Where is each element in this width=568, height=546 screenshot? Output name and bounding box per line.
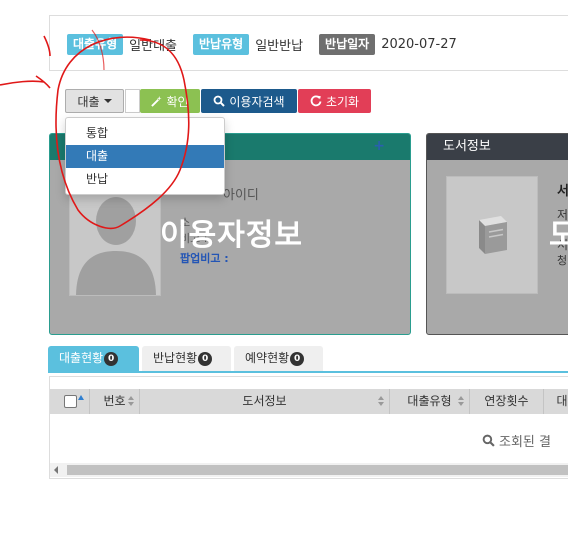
tab-reservation-status[interactable]: 예약현황 0 xyxy=(234,346,323,371)
grid-col-loan-type-label: 대출유형 xyxy=(407,394,452,408)
select-all-checkbox[interactable] xyxy=(64,395,77,408)
book-field-title: 서 xyxy=(557,184,568,199)
return-type-value: 일반반납 xyxy=(255,38,304,54)
sort-icon xyxy=(378,396,384,407)
loan-type-label: 대출유형 xyxy=(67,33,124,55)
tab-reservation-status-label: 예약현황 xyxy=(245,351,290,365)
magic-wand-icon xyxy=(151,95,163,107)
search-info-bar: 대출유형 일반대출 반납유형 일반반납 반납일자 2020-07-27 xyxy=(49,15,568,71)
user-silhouette-icon xyxy=(76,197,156,295)
sort-icon xyxy=(128,396,134,407)
tab-reservation-count-badge: 0 xyxy=(290,352,305,366)
grid-col-number-label: 번호 xyxy=(103,394,126,408)
reset-button[interactable]: 초기화 xyxy=(298,89,371,113)
grid-empty-text: 조회된 결 xyxy=(499,435,551,450)
refresh-icon xyxy=(310,95,322,107)
mode-dropdown-button[interactable]: 대출 xyxy=(65,89,124,113)
mode-dropdown-label: 대출 xyxy=(77,94,100,109)
return-type-label: 반납유형 xyxy=(193,33,250,55)
grid-col-loan-type[interactable]: 대출유형 xyxy=(390,389,470,414)
info-row: 대출유형 일반대출 반납유형 일반반납 반납일자 2020-07-27 xyxy=(67,33,473,55)
user-id-label: 아이디 xyxy=(223,188,259,203)
sort-asc-icon[interactable] xyxy=(78,395,84,400)
tab-loan-status-label: 대출현황 xyxy=(59,351,104,365)
search-icon xyxy=(213,95,226,107)
grid-col-book-info[interactable]: 도서정보 xyxy=(140,389,390,414)
confirm-label: 확인 xyxy=(166,94,189,109)
sort-icon xyxy=(458,396,464,407)
return-date-value: 2020-07-27 xyxy=(381,36,457,52)
return-date-label: 반납일자 xyxy=(319,33,376,55)
plus-icon[interactable]: + xyxy=(373,138,385,154)
search-input[interactable] xyxy=(125,89,140,113)
user-info-overlay-title: 이용자정보 xyxy=(160,218,303,253)
book-info-panel: 도서정보 서 저 서 청 도 xyxy=(426,133,568,335)
loan-grid: 번호 도서정보 대출유형 연장횟수 대 조회된 결 xyxy=(49,376,568,479)
grid-col-book-info-label: 도서정보 xyxy=(242,394,287,408)
grid-header-select xyxy=(50,389,90,414)
search-icon xyxy=(482,434,495,447)
mode-dropdown-menu: 통합 대출 반납 xyxy=(65,117,225,195)
menu-item-return[interactable]: 반납 xyxy=(66,168,224,191)
reset-label: 초기화 xyxy=(325,94,360,109)
grid-empty-message: 조회된 결 xyxy=(482,431,551,450)
grid-col-renewals-label: 연장횟수 xyxy=(484,394,529,408)
tab-loan-count-badge: 0 xyxy=(104,352,119,366)
book-info-overlay-title: 도 xyxy=(549,210,568,254)
book-icon xyxy=(479,216,507,254)
tab-return-status-label: 반납현황 xyxy=(153,351,198,365)
book-field-callno: 청 xyxy=(557,254,568,267)
confirm-button[interactable]: 확인 xyxy=(140,89,200,113)
grid-col-next[interactable]: 대 xyxy=(544,389,568,414)
menu-item-loan[interactable]: 대출 xyxy=(66,145,224,168)
grid-col-number[interactable]: 번호 xyxy=(90,389,140,414)
loan-type-value: 일반대출 xyxy=(129,38,178,54)
tab-underline xyxy=(48,371,568,373)
book-panel-title: 도서정보 xyxy=(427,134,568,160)
horizontal-scrollbar[interactable] xyxy=(50,463,568,477)
menu-item-all[interactable]: 통합 xyxy=(66,122,224,145)
scroll-left-arrow-icon[interactable] xyxy=(54,466,58,474)
book-cover xyxy=(446,176,538,294)
grid-col-renewals[interactable]: 연장횟수 xyxy=(470,389,544,414)
user-search-button[interactable]: 이용자검색 xyxy=(201,89,297,113)
tab-return-status[interactable]: 반납현황 0 xyxy=(142,346,231,371)
grid-header: 번호 도서정보 대출유형 연장횟수 대 xyxy=(50,389,568,414)
user-search-label: 이용자검색 xyxy=(229,94,285,109)
tab-loan-status[interactable]: 대출현황 0 xyxy=(48,346,139,371)
grid-col-next-label: 대 xyxy=(556,394,568,408)
scrollbar-thumb[interactable] xyxy=(67,465,568,475)
tab-return-count-badge: 0 xyxy=(198,352,213,366)
caret-down-icon xyxy=(103,99,112,103)
avatar xyxy=(69,178,161,296)
